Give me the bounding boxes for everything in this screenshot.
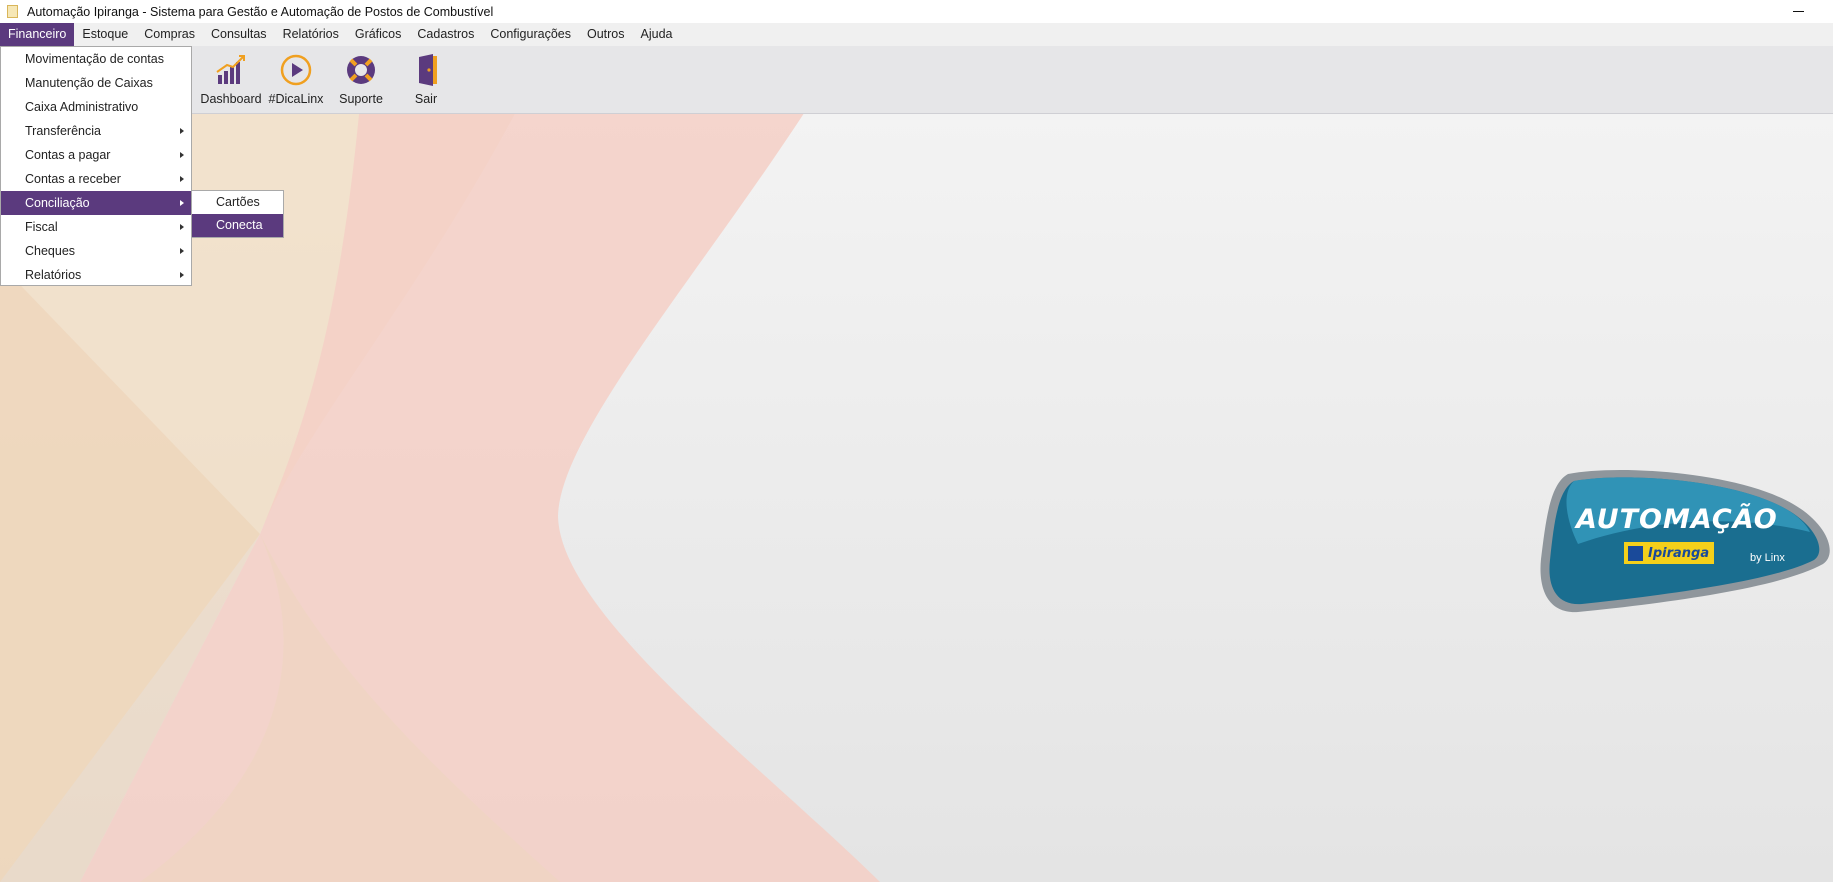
menu-estoque[interactable]: Estoque: [74, 23, 136, 46]
submenu-item-conecta[interactable]: Conecta: [192, 214, 283, 237]
submenu-arrow-icon: [180, 176, 184, 182]
menu-item-label: Contas a pagar: [25, 148, 111, 162]
menu-item-label: Fiscal: [25, 220, 58, 234]
menu-financeiro[interactable]: Financeiro: [0, 23, 75, 46]
menu-item-manutencao-caixas[interactable]: Manutenção de Caixas: [1, 71, 191, 95]
menu-compras[interactable]: Compras: [136, 23, 203, 46]
menu-bar: Financeiro Estoque Compras Consultas Rel…: [0, 23, 1833, 46]
suporte-button[interactable]: Suporte: [328, 53, 394, 106]
submenu-arrow-icon: [180, 272, 184, 278]
menu-consultas[interactable]: Consultas: [203, 23, 275, 46]
minimize-button[interactable]: [1787, 2, 1811, 20]
menu-item-cheques[interactable]: Cheques: [1, 239, 191, 263]
exit-door-icon: [409, 53, 443, 87]
financeiro-dropdown: Movimentação de contas Manutenção de Cai…: [0, 46, 192, 286]
automacao-ipiranga-logo: AUTOMAÇÃO Ipiranga by Linx: [1538, 464, 1833, 614]
sair-button[interactable]: Sair: [393, 53, 459, 106]
app-icon: [7, 5, 18, 18]
menu-item-label: Relatórios: [25, 268, 82, 282]
menu-graficos[interactable]: Gráficos: [347, 23, 410, 46]
logo-byline: by Linx: [1750, 552, 1785, 564]
menu-cadastros[interactable]: Cadastros: [409, 23, 482, 46]
logo-ipiranga-badge: Ipiranga: [1624, 542, 1714, 564]
menu-item-label: Cheques: [25, 244, 76, 258]
menu-item-contas-pagar[interactable]: Contas a pagar: [1, 143, 191, 167]
menu-item-transferencia[interactable]: Transferência: [1, 119, 191, 143]
dashboard-button[interactable]: Dashboard: [198, 53, 264, 106]
submenu-arrow-icon: [180, 128, 184, 134]
logo-badge-text: Ipiranga: [1648, 545, 1710, 561]
ipiranga-mark-icon: [1628, 545, 1643, 561]
dashboard-label: Dashboard: [200, 92, 262, 106]
submenu-arrow-icon: [180, 248, 184, 254]
dicalinx-label: #DicaLinx: [268, 92, 324, 106]
menu-outros[interactable]: Outros: [579, 23, 633, 46]
menu-configuracoes[interactable]: Configurações: [482, 23, 579, 46]
menu-item-label: Conciliação: [25, 196, 90, 210]
menu-item-label: Contas a receber: [25, 172, 121, 186]
sair-label: Sair: [414, 92, 438, 106]
menu-item-conciliacao[interactable]: Conciliação: [1, 191, 191, 215]
menu-item-relatorios[interactable]: Relatórios: [1, 263, 191, 287]
submenu-item-cartoes[interactable]: Cartões: [192, 191, 283, 214]
logo-brand-text: AUTOMAÇÃO: [1576, 504, 1778, 535]
submenu-arrow-icon: [180, 152, 184, 158]
menu-item-contas-receber[interactable]: Contas a receber: [1, 167, 191, 191]
window-title: Automação Ipiranga - Sistema para Gestão…: [27, 4, 494, 19]
menu-item-label: Movimentação de contas: [25, 52, 164, 66]
menu-item-label: Transferência: [25, 124, 101, 138]
title-bar: Automação Ipiranga - Sistema para Gestão…: [0, 0, 1833, 23]
menu-item-fiscal[interactable]: Fiscal: [1, 215, 191, 239]
menu-item-caixa-administrativo[interactable]: Caixa Administrativo: [1, 95, 191, 119]
conciliacao-submenu: Cartões Conecta: [191, 190, 284, 238]
suporte-label: Suporte: [339, 92, 383, 106]
menu-item-label: Caixa Administrativo: [25, 100, 139, 114]
menu-item-label: Manutenção de Caixas: [25, 76, 153, 90]
menu-ajuda[interactable]: Ajuda: [633, 23, 681, 46]
menu-item-movimentacao-contas[interactable]: Movimentação de contas: [1, 47, 191, 71]
submenu-arrow-icon: [180, 224, 184, 230]
dashboard-chart-icon: [214, 53, 248, 87]
play-circle-icon: [279, 53, 313, 87]
menu-relatorios[interactable]: Relatórios: [275, 23, 347, 46]
toolbar: Dashboard #DicaLinx Suporte Sair: [0, 46, 1833, 114]
lifebuoy-icon: [344, 53, 378, 87]
dicalinx-button[interactable]: #DicaLinx: [263, 53, 329, 106]
submenu-arrow-icon: [180, 200, 184, 206]
